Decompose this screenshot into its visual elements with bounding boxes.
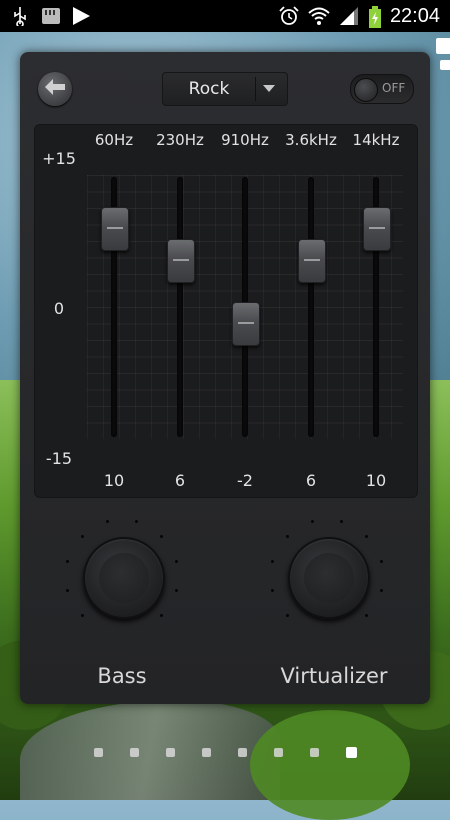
page-dot-active[interactable]: [346, 747, 357, 758]
status-bar: 22:04: [0, 0, 450, 32]
band-gain-label: 6: [174, 471, 186, 490]
edge-widget: [440, 60, 450, 70]
knob-scale-dot: [285, 534, 289, 538]
edge-widget: [436, 38, 450, 54]
band-freq-label: 230Hz: [156, 131, 204, 149]
band-slider-thumb[interactable]: [363, 207, 391, 252]
knob-scale-dot: [339, 520, 343, 524]
band-slider-thumb[interactable]: [101, 207, 129, 252]
battery-charging-icon: [368, 6, 382, 28]
preset-dropdown[interactable]: Rock: [162, 72, 288, 106]
page-dot[interactable]: [274, 748, 283, 757]
preset-label: Rock: [188, 79, 230, 99]
play-icon: [70, 6, 92, 26]
sd-card-icon: [40, 6, 62, 26]
knob-scale-dot: [66, 588, 70, 592]
back-button[interactable]: [38, 72, 72, 106]
signal-icon: [338, 6, 360, 26]
knob-scale-dot: [80, 614, 84, 618]
bass-label: Bass: [97, 664, 147, 688]
band-gain-label: 10: [103, 471, 125, 490]
wifi-icon: [308, 6, 330, 26]
band-freq-label: 60Hz: [94, 131, 134, 149]
band-gain-label: 10: [365, 471, 387, 490]
knob-scale-dot: [365, 614, 369, 618]
page-dot[interactable]: [130, 748, 139, 757]
power-toggle[interactable]: OFF: [350, 74, 414, 104]
page-dot[interactable]: [94, 748, 103, 757]
band-slider-thumb[interactable]: [167, 238, 195, 283]
virtualizer-label: Virtualizer: [280, 664, 388, 688]
virtualizer-knob[interactable]: [288, 537, 370, 619]
knob-scale-dot: [80, 534, 84, 538]
knob-scale-dot: [271, 588, 275, 592]
virtualizer-knob-cap: [304, 553, 354, 603]
knob-scale-dot: [106, 520, 109, 524]
knob-scale-dot: [311, 520, 314, 524]
status-time: 22:04: [389, 4, 440, 27]
knob-scale-dot: [134, 520, 138, 524]
band-slider-thumb[interactable]: [298, 238, 326, 283]
page-dot[interactable]: [238, 748, 247, 757]
knob-scale-dot: [379, 560, 383, 563]
band-freq-label: 3.6kHz: [285, 131, 337, 149]
toggle-label: OFF: [382, 81, 406, 95]
chevron-down-icon: [263, 85, 275, 92]
page-dot[interactable]: [202, 748, 211, 757]
band-slider-track[interactable]: [308, 177, 314, 437]
scale-min-label: -15: [45, 449, 73, 468]
alarm-icon: [278, 6, 300, 26]
bass-knob-cap: [99, 553, 149, 603]
usb-icon: [10, 6, 32, 28]
knob-scale-dot: [379, 588, 383, 592]
knob-scale-dot: [160, 534, 164, 538]
page-dot[interactable]: [310, 748, 319, 757]
bass-knob[interactable]: [83, 537, 165, 619]
panel-toolbar: Rock OFF: [20, 52, 430, 112]
equalizer-panel: Rock OFF 60Hz 230Hz 910Hz 3.6kHz 14kHz +…: [20, 52, 430, 704]
band-slider-track[interactable]: [177, 177, 183, 437]
band-freq-label: 14kHz: [352, 131, 400, 149]
wallpaper-foliage: [250, 710, 410, 820]
knob-scale-dot: [271, 560, 275, 563]
toggle-knob: [354, 78, 378, 102]
page-dot[interactable]: [166, 748, 175, 757]
knob-scale-dot: [174, 560, 178, 563]
scale-max-label: +15: [42, 149, 76, 168]
page-indicator: [0, 745, 450, 761]
band-slider-thumb[interactable]: [232, 301, 260, 346]
knob-scale-dot: [365, 534, 369, 538]
knob-scale-dot: [174, 588, 178, 592]
knob-scale-dot: [285, 614, 289, 618]
preset-divider: [255, 77, 256, 101]
knob-scale-dot: [66, 560, 70, 563]
knob-scale-dot: [160, 614, 164, 618]
scale-mid-label: 0: [53, 299, 65, 318]
band-freq-label: 910Hz: [221, 131, 269, 149]
band-gain-label: 6: [305, 471, 317, 490]
back-arrow-icon: [44, 78, 66, 100]
band-gain-label: -2: [237, 471, 253, 490]
equalizer-area: 60Hz 230Hz 910Hz 3.6kHz 14kHz +15 0 -15 …: [34, 124, 418, 498]
